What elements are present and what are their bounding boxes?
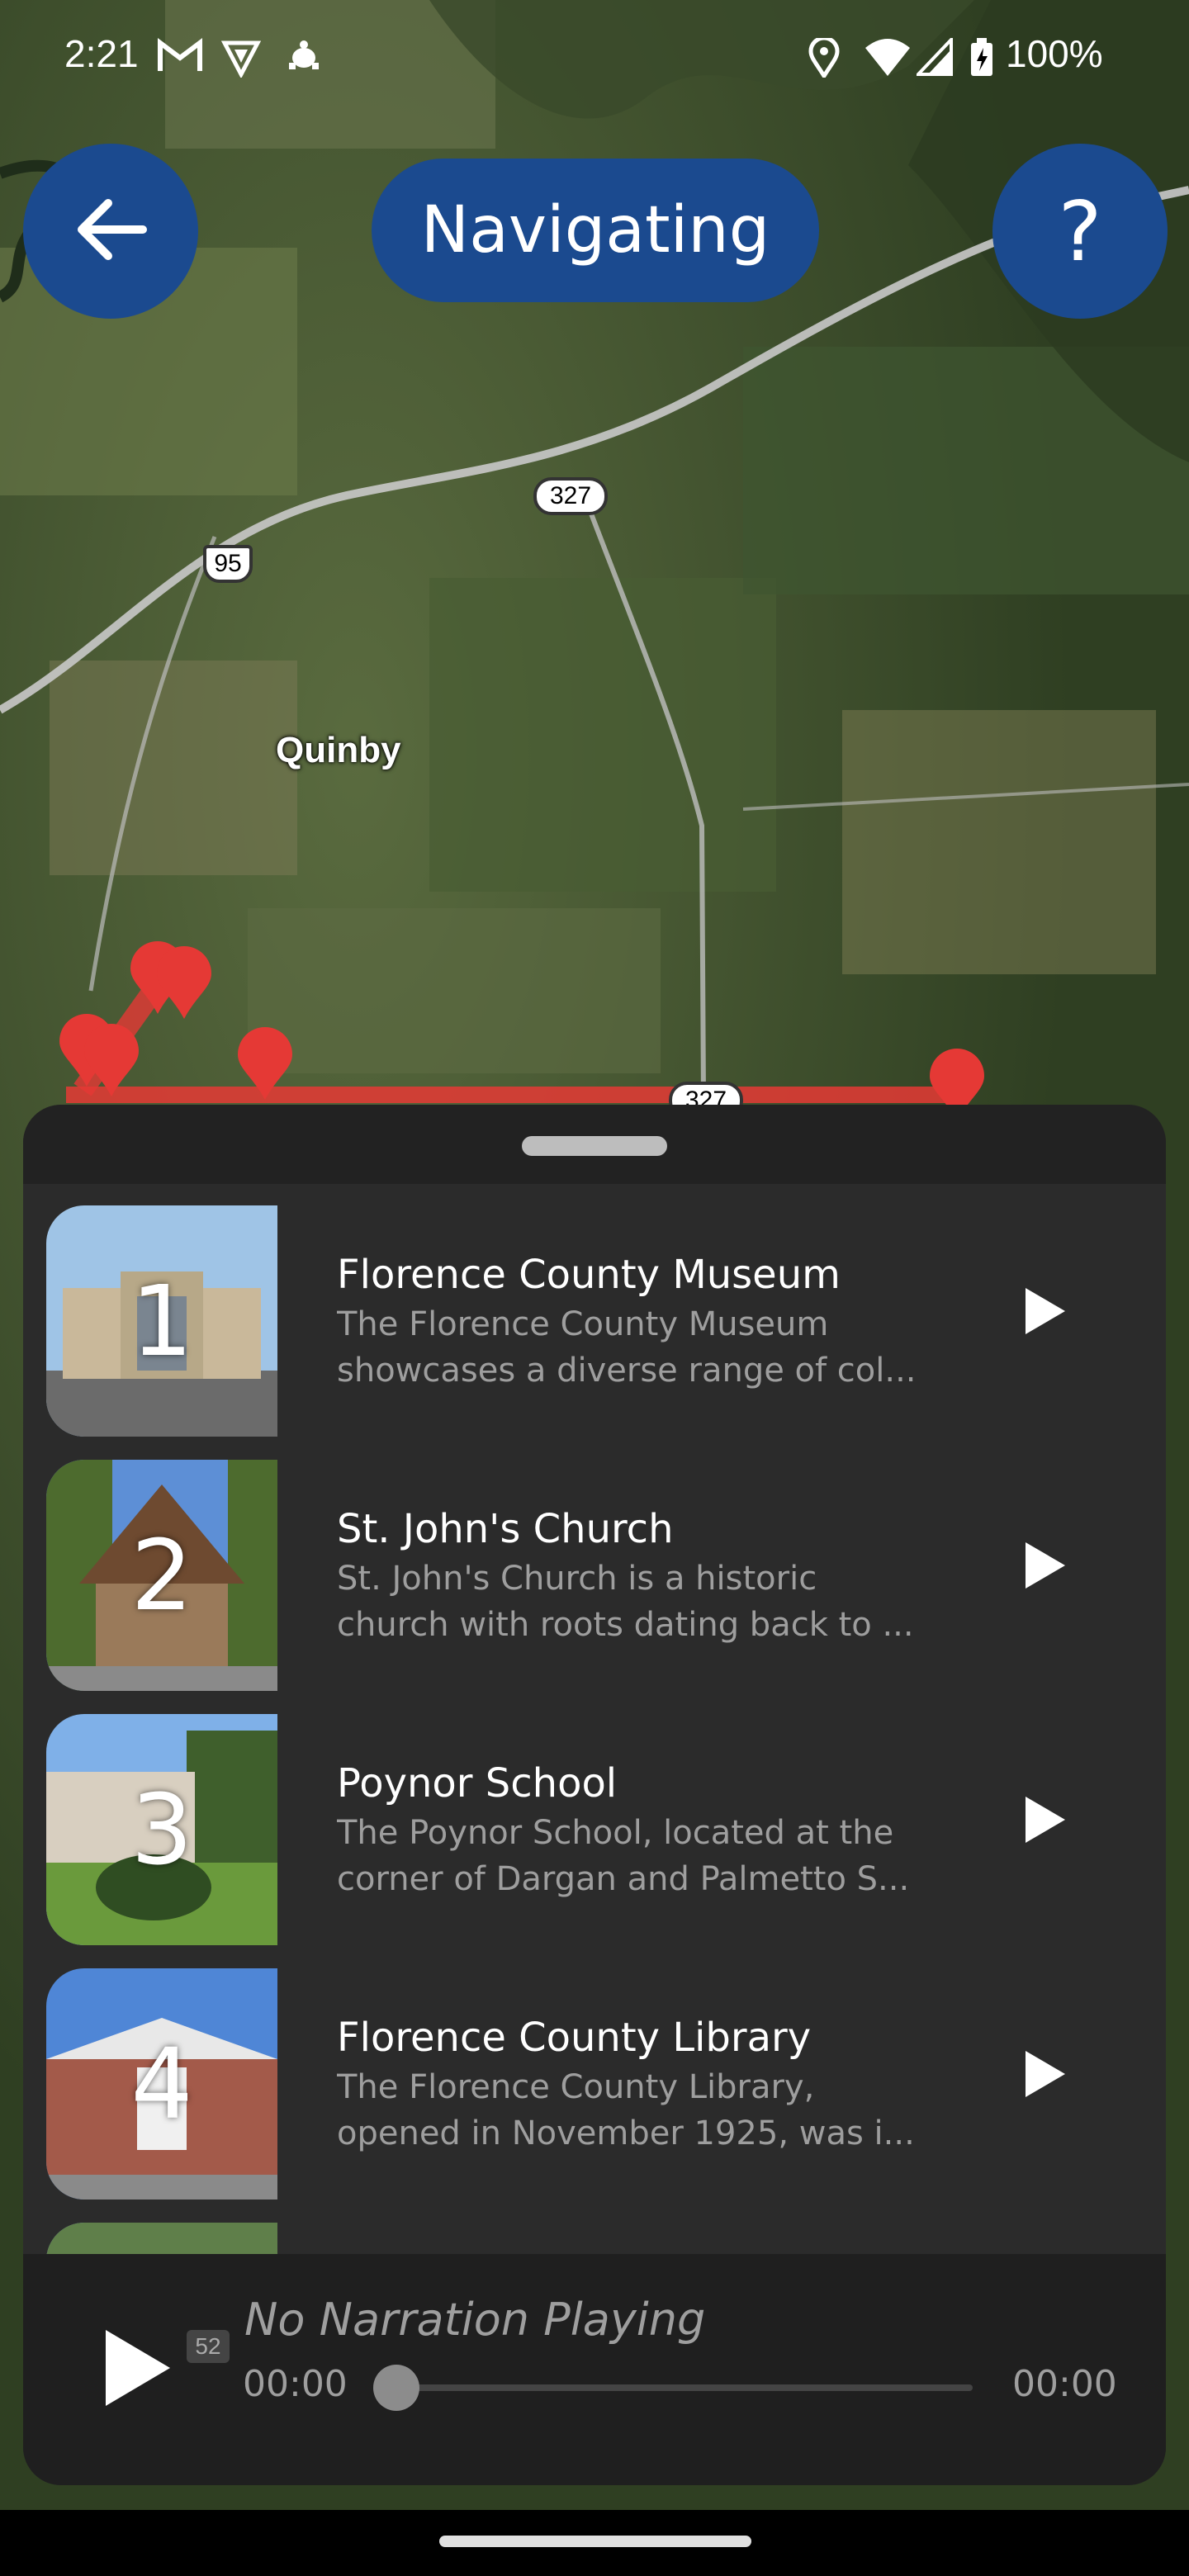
site-thumbnail: 2	[46, 1460, 277, 1691]
play-site-button[interactable]	[1021, 1539, 1070, 1592]
sheet-drag-area[interactable]	[23, 1105, 1166, 1184]
drag-handle[interactable]	[522, 1136, 667, 1156]
map-pin[interactable]	[236, 1027, 294, 1105]
status-bar: 2:21 100%	[0, 0, 1189, 116]
site-title: St. John's Church	[337, 1506, 674, 1552]
page-title: Navigating	[420, 193, 770, 268]
play-icon	[101, 2330, 175, 2413]
progress-slider-thumb[interactable]	[373, 2365, 419, 2411]
home-gesture-handle[interactable]	[439, 2536, 751, 2547]
site-number: 1	[130, 1264, 193, 1378]
site-description-line: showcases a diverse range of col...	[337, 1352, 917, 1390]
gmail-icon	[157, 38, 203, 78]
location-icon	[808, 36, 841, 81]
narration-player: 52 No Narration Playing 00:00 00:00	[23, 2254, 1166, 2485]
road-shield: 327	[533, 477, 608, 515]
list-item[interactable]	[23, 2201, 1166, 2257]
site-thumbnail: 1	[46, 1205, 277, 1437]
site-description: The Florence County Museum showcases a d…	[337, 1301, 948, 1394]
player-play-button[interactable]	[101, 2327, 175, 2413]
now-playing-label: No Narration Playing	[244, 2294, 706, 2346]
site-description: St. John's Church is a historic church w…	[337, 1556, 948, 1648]
progress-track[interactable]	[395, 2384, 973, 2391]
site-description: The Poynor School, located at the corner…	[337, 1810, 948, 1902]
site-description-line: The Florence County Museum	[337, 1305, 829, 1343]
site-number: 3	[130, 1773, 193, 1887]
status-time: 2:21	[64, 32, 139, 75]
site-number: 2	[130, 1518, 193, 1632]
elapsed-time: 00:00	[243, 2363, 348, 2405]
site-title: Florence County Library	[337, 2015, 812, 2061]
play-site-button[interactable]	[1021, 1793, 1070, 1846]
site-description-line: corner of Dargan and Palmetto S...	[337, 1860, 910, 1898]
site-description-line: opened in November 1925, was i...	[337, 2114, 915, 2152]
list-item[interactable]: 1 Florence County Museum The Florence Co…	[23, 1184, 1166, 1437]
turtle-icon	[286, 38, 322, 78]
list-item[interactable]: 4 Florence County Library The Florence C…	[23, 1947, 1166, 2200]
site-list[interactable]: 1 Florence County Museum The Florence Co…	[23, 1184, 1166, 2257]
play-icon	[1021, 1288, 1070, 1341]
site-description-line: St. John's Church is a historic	[337, 1560, 817, 1598]
duration-time: 00:00	[1012, 2363, 1117, 2405]
map-pin[interactable]	[83, 1024, 140, 1101]
help-label: ?	[1058, 182, 1102, 280]
site-number: 4	[130, 2027, 193, 2141]
road-shield: 95	[203, 545, 253, 583]
vpn-shield-icon	[220, 38, 262, 81]
tour-bottom-sheet: 1 Florence County Museum The Florence Co…	[23, 1105, 1166, 2485]
battery-charging-icon	[969, 38, 994, 81]
play-site-button[interactable]	[1021, 1285, 1070, 1338]
signal-icon	[914, 36, 953, 79]
map-place-label: Quinby	[276, 730, 401, 770]
play-icon	[1021, 1797, 1070, 1849]
site-thumbnail: 3	[46, 1714, 277, 1945]
site-thumbnail: 4	[46, 1968, 277, 2200]
play-icon	[1021, 2051, 1070, 2104]
site-title: Florence County Museum	[337, 1252, 841, 1298]
list-item[interactable]: 2 St. John's Church St. John's Church is…	[23, 1438, 1166, 1691]
site-description: The Florence County Library, opened in N…	[337, 2064, 948, 2157]
site-title: Poynor School	[337, 1760, 618, 1807]
play-icon	[1021, 1542, 1070, 1595]
arrow-left-icon	[73, 197, 148, 266]
back-button[interactable]	[23, 144, 198, 319]
player-badge: 52	[187, 2330, 230, 2363]
site-description-line: The Poynor School, located at the	[337, 1814, 894, 1852]
list-item[interactable]: 3 Poynor School The Poynor School, locat…	[23, 1693, 1166, 1945]
site-thumbnail	[46, 2223, 277, 2257]
play-site-button[interactable]	[1021, 2048, 1070, 2100]
map-pin[interactable]	[155, 946, 213, 1024]
site-description-line: church with roots dating back to ...	[337, 1606, 914, 1644]
navigation-status-title: Navigating	[372, 159, 819, 302]
wifi-icon	[864, 38, 912, 81]
help-button[interactable]: ?	[992, 144, 1168, 319]
site-description-line: The Florence County Library,	[337, 2068, 815, 2106]
battery-level: 100%	[1006, 32, 1103, 75]
